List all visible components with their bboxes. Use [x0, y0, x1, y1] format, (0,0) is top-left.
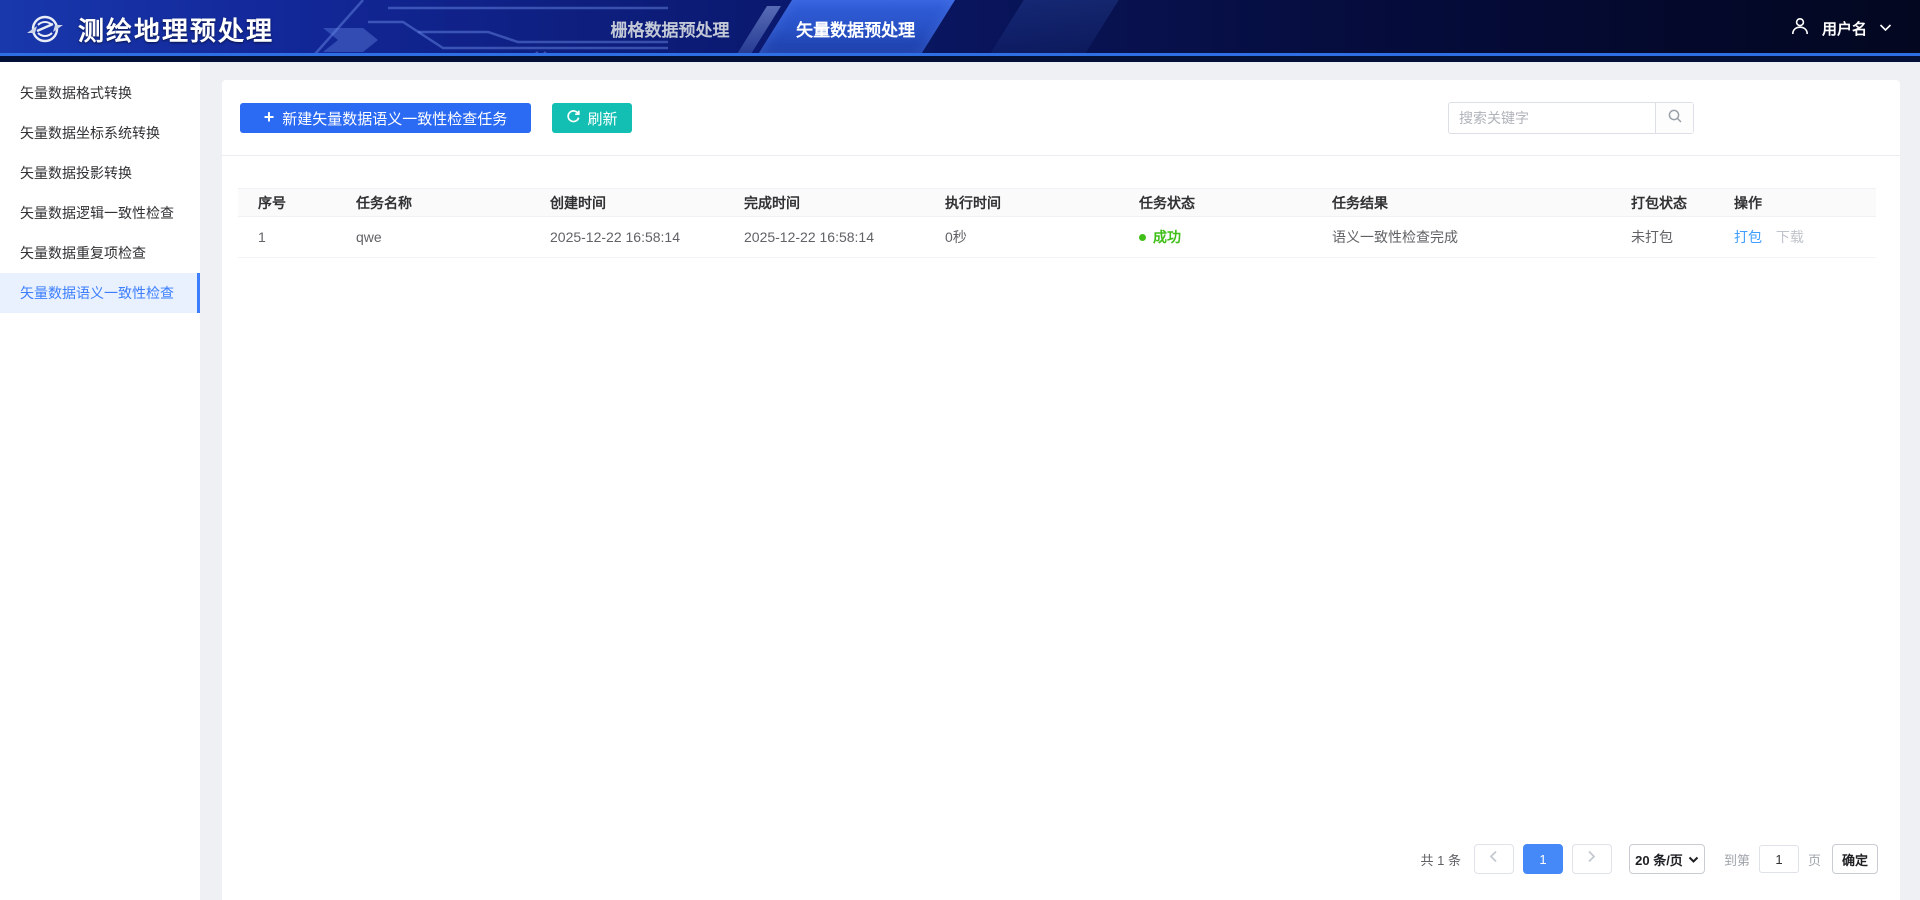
sidebar-item-semantic-consistency-check[interactable]: 矢量数据语义一致性检查 [0, 273, 200, 313]
col-created-time: 创建时间 [530, 189, 724, 217]
cell-task-status: 成功 [1119, 217, 1312, 258]
refresh-label: 刷新 [587, 108, 617, 129]
content-card: + 新建矢量数据语义一致性检查任务 刷新 [222, 80, 1900, 900]
pagination: 共 1 条 1 20 条/页 [1421, 844, 1879, 874]
sidebar: 矢量数据格式转换 矢量数据坐标系统转换 矢量数据投影转换 矢量数据逻辑一致性检查… [0, 62, 200, 900]
sidebar-item-logical-consistency-check[interactable]: 矢量数据逻辑一致性检查 [0, 193, 200, 233]
goto-prefix-label: 到第 [1724, 850, 1750, 869]
col-finished-time: 完成时间 [724, 189, 925, 217]
search-button[interactable] [1655, 103, 1693, 133]
page-size-select[interactable]: 20 条/页 [1629, 844, 1705, 874]
plus-icon: + [264, 108, 275, 126]
col-index: 序号 [238, 189, 336, 217]
col-task-name: 任务名称 [336, 189, 530, 217]
download-link[interactable]: 下载 [1776, 229, 1804, 245]
user-menu[interactable]: 用户名 [1790, 0, 1892, 56]
prev-page-button[interactable] [1474, 844, 1514, 874]
chevron-left-icon [1489, 850, 1498, 868]
tab-label: 矢量数据预处理 [796, 16, 915, 41]
chevron-right-icon [1587, 850, 1596, 868]
app-title: 测绘地理预处理 [78, 11, 274, 48]
cell-operations: 打包 下载 [1714, 217, 1876, 258]
task-table: 序号 任务名称 创建时间 完成时间 执行时间 任务状态 任务结果 打包状态 操作… [238, 188, 1876, 258]
col-exec-time: 执行时间 [925, 189, 1119, 217]
sidebar-item-projection-conversion[interactable]: 矢量数据投影转换 [0, 153, 200, 193]
goto-page-input[interactable] [1759, 845, 1799, 873]
cell-created-time: 2025-12-22 16:58:14 [530, 217, 724, 258]
refresh-icon [566, 109, 581, 128]
tab-label: 栅格数据预处理 [611, 16, 730, 41]
col-package-status: 打包状态 [1611, 189, 1714, 217]
sidebar-item-duplicate-check[interactable]: 矢量数据重复项检查 [0, 233, 200, 273]
sidebar-item-coordinate-conversion[interactable]: 矢量数据坐标系统转换 [0, 113, 200, 153]
cell-package-status: 未打包 [1611, 217, 1714, 258]
cell-finished-time: 2025-12-22 16:58:14 [724, 217, 925, 258]
col-task-status: 任务状态 [1119, 189, 1312, 217]
page-number-1[interactable]: 1 [1523, 844, 1563, 874]
pagination-total: 共 1 条 [1421, 850, 1461, 869]
user-name: 用户名 [1822, 18, 1867, 39]
search-box [1448, 102, 1694, 134]
search-icon [1667, 108, 1683, 129]
next-page-button[interactable] [1572, 844, 1612, 874]
create-task-button[interactable]: + 新建矢量数据语义一致性检查任务 [240, 103, 531, 133]
package-link[interactable]: 打包 [1734, 229, 1762, 245]
task-table-wrap: 序号 任务名称 创建时间 完成时间 执行时间 任务状态 任务结果 打包状态 操作… [238, 188, 1876, 258]
goto-confirm-button[interactable]: 确定 [1832, 844, 1878, 874]
user-icon [1790, 16, 1810, 41]
tab-raster-preprocessing[interactable]: 栅格数据预处理 [585, 0, 755, 56]
tab-vector-preprocessing[interactable]: 矢量数据预处理 [757, 0, 955, 56]
brand: 测绘地理预处理 [26, 10, 274, 48]
chevron-down-icon [1879, 19, 1892, 37]
page-size-value: 20 条/页 [1635, 850, 1683, 869]
app-root: 测绘地理预处理 栅格数据预处理 矢量数据预处理 用户名 [0, 0, 1920, 900]
top-header: 测绘地理预处理 栅格数据预处理 矢量数据预处理 用户名 [0, 0, 1920, 62]
search-input[interactable] [1449, 103, 1655, 133]
col-operations: 操作 [1714, 189, 1876, 217]
col-task-result: 任务结果 [1312, 189, 1611, 217]
table-row: 1 qwe 2025-12-22 16:58:14 2025-12-22 16:… [238, 217, 1876, 258]
table-header-row: 序号 任务名称 创建时间 完成时间 执行时间 任务状态 任务结果 打包状态 操作 [238, 189, 1876, 217]
cell-index: 1 [238, 217, 336, 258]
refresh-button[interactable]: 刷新 [552, 103, 632, 133]
select-chevron-icon [1688, 852, 1699, 867]
sidebar-item-format-conversion[interactable]: 矢量数据格式转换 [0, 73, 200, 113]
header-bottom-band [0, 56, 1920, 62]
status-dot-icon [1139, 234, 1146, 241]
cell-task-result: 语义一致性检查完成 [1312, 217, 1611, 258]
goto-suffix-label: 页 [1808, 850, 1821, 869]
toolbar: + 新建矢量数据语义一致性检查任务 刷新 [222, 80, 1900, 156]
cell-exec-time: 0秒 [925, 217, 1119, 258]
app-logo-icon [26, 10, 64, 48]
create-task-label: 新建矢量数据语义一致性检查任务 [282, 108, 507, 129]
cell-task-name: qwe [336, 217, 530, 258]
status-text: 成功 [1153, 227, 1181, 247]
